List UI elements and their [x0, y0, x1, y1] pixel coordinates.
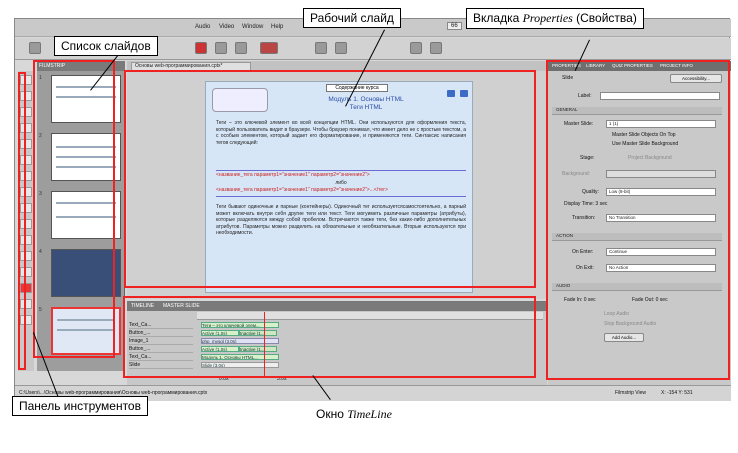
tools-highlight — [18, 72, 26, 370]
callout-slides-list: Список слайдов — [54, 36, 158, 56]
preview-icon[interactable] — [430, 42, 442, 54]
filmstrip-highlight — [33, 60, 115, 358]
callout-properties-ru: (Свойства) — [572, 11, 637, 25]
menu-help[interactable]: Help — [271, 24, 283, 30]
callout-properties-en: Properties — [522, 11, 573, 25]
status-coords: X: -154 Y: 531 — [661, 390, 693, 396]
stage-highlight — [124, 70, 536, 288]
callout-work-slide: Рабочий слайд — [303, 8, 401, 28]
open-icon[interactable] — [29, 42, 41, 54]
record-icon[interactable] — [195, 42, 207, 54]
status-view: Filmstrip View — [615, 390, 647, 396]
callout-timeline: Окно TimeLine — [310, 405, 398, 424]
callout-tools-panel: Панель инструментов — [12, 396, 148, 416]
plugins-icon[interactable] — [235, 42, 247, 54]
callout-timeline-prefix: Окно — [316, 407, 348, 421]
menu-audio[interactable]: Audio — [195, 24, 210, 30]
timeline-highlight — [123, 296, 536, 378]
callout-timeline-en: TimeLine — [347, 407, 392, 421]
callout-properties-prefix: Вкладка — [473, 11, 523, 25]
properties-highlight — [546, 60, 730, 380]
callout-properties: Вкладка Properties (Свойства) — [466, 8, 644, 29]
menu-video[interactable]: Video — [219, 24, 234, 30]
layout2-icon[interactable] — [335, 42, 347, 54]
zoom-field[interactable]: 66 — [447, 22, 462, 30]
grid-icon[interactable] — [410, 42, 422, 54]
effects-icon[interactable] — [215, 42, 227, 54]
youtube-icon[interactable] — [260, 42, 278, 54]
layout-icon[interactable] — [315, 42, 327, 54]
menu-window[interactable]: Window — [242, 24, 263, 30]
